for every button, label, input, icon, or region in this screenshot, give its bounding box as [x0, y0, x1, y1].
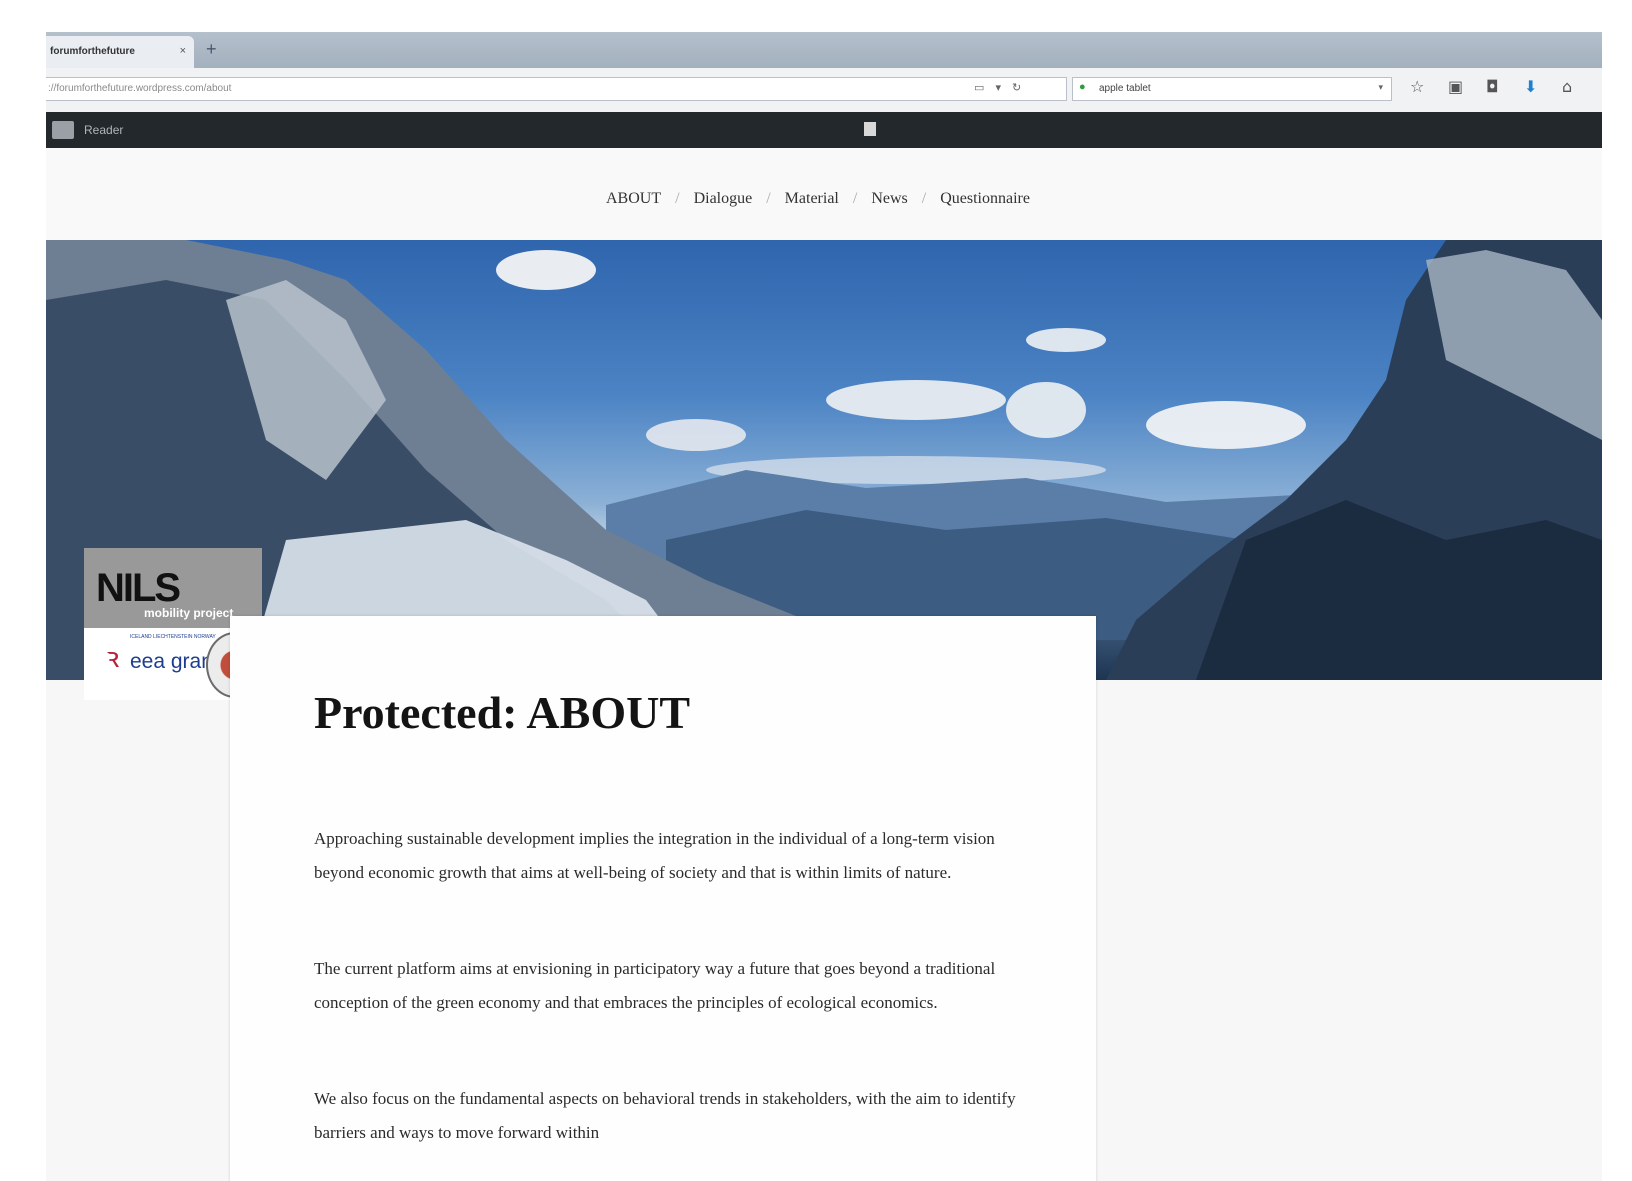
- header-image: [46, 240, 1602, 680]
- menu-separator: /: [921, 190, 927, 207]
- menu-item-questionnaire[interactable]: Questionnaire: [940, 190, 1030, 207]
- star-icon[interactable]: ☆: [1410, 77, 1424, 96]
- menu-item-material[interactable]: Material: [785, 190, 839, 207]
- tab-close-icon[interactable]: ×: [180, 45, 186, 57]
- browser-window: forumforthefuture × + ://forumforthefutu…: [46, 32, 1602, 1181]
- wordpress-admin-bar: Reader: [46, 112, 1602, 148]
- tab-title: forumforthefuture: [50, 46, 135, 57]
- paragraph: The current platform aims at envisioning…: [314, 959, 996, 1012]
- home-icon[interactable]: ⌂: [1562, 77, 1572, 96]
- clipboard-icon[interactable]: ▣: [1448, 77, 1463, 96]
- content-card: Protected: ABOUT Approaching sustainable…: [230, 616, 1096, 1181]
- main-menu: ABOUT / Dialogue / Material / News / Questionnai…: [606, 190, 1030, 208]
- menu-item-about[interactable]: ABOUT: [606, 190, 661, 207]
- notifications-icon[interactable]: [864, 122, 876, 136]
- menu-item-news[interactable]: News: [871, 190, 907, 207]
- reader-link[interactable]: Reader: [84, 123, 123, 137]
- menu-separator: /: [766, 190, 771, 207]
- search-dropdown-icon[interactable]: ▾: [1378, 82, 1383, 93]
- site-navigation: ABOUT / Dialogue / Material / News / Questionnai…: [46, 148, 1602, 241]
- search-input[interactable]: ● apple tablet ▾: [1072, 77, 1392, 101]
- navigation-bar: ://forumforthefuture.wordpress.com/about…: [46, 68, 1602, 113]
- search-query: apple tablet: [1099, 83, 1151, 94]
- download-icon[interactable]: ⬇: [1524, 77, 1537, 96]
- address-bar[interactable]: ://forumforthefuture.wordpress.com/about…: [46, 77, 1067, 101]
- search-engine-icon[interactable]: ●: [1079, 81, 1091, 93]
- nils-tagline: mobility project: [144, 606, 234, 620]
- paragraph: Approaching sustainable development impl…: [314, 829, 995, 882]
- mountain-landscape: [46, 240, 1602, 680]
- url-text: ://forumforthefuture.wordpress.com/about: [48, 83, 232, 94]
- reader-icon[interactable]: [52, 121, 74, 139]
- nils-wordmark: NILS: [96, 566, 181, 610]
- reload-controls[interactable]: ▭ ▾ ↻: [974, 81, 1025, 94]
- eea-swirl-icon: ꝛ: [106, 642, 120, 673]
- pocket-icon[interactable]: ◘: [1486, 77, 1499, 96]
- eea-countries: ICELAND LIECHTENSTEIN NORWAY: [130, 634, 216, 640]
- menu-separator: /: [852, 190, 858, 207]
- menu-item-dialogue[interactable]: Dialogue: [694, 190, 753, 207]
- page-title: Protected: ABOUT: [314, 687, 691, 738]
- new-tab-button[interactable]: +: [206, 39, 217, 60]
- browser-tab[interactable]: forumforthefuture ×: [46, 36, 194, 68]
- menu-separator: /: [675, 190, 680, 207]
- tab-strip: forumforthefuture × +: [46, 32, 1602, 68]
- paragraph: We also focus on the fundamental aspects…: [314, 1089, 1016, 1142]
